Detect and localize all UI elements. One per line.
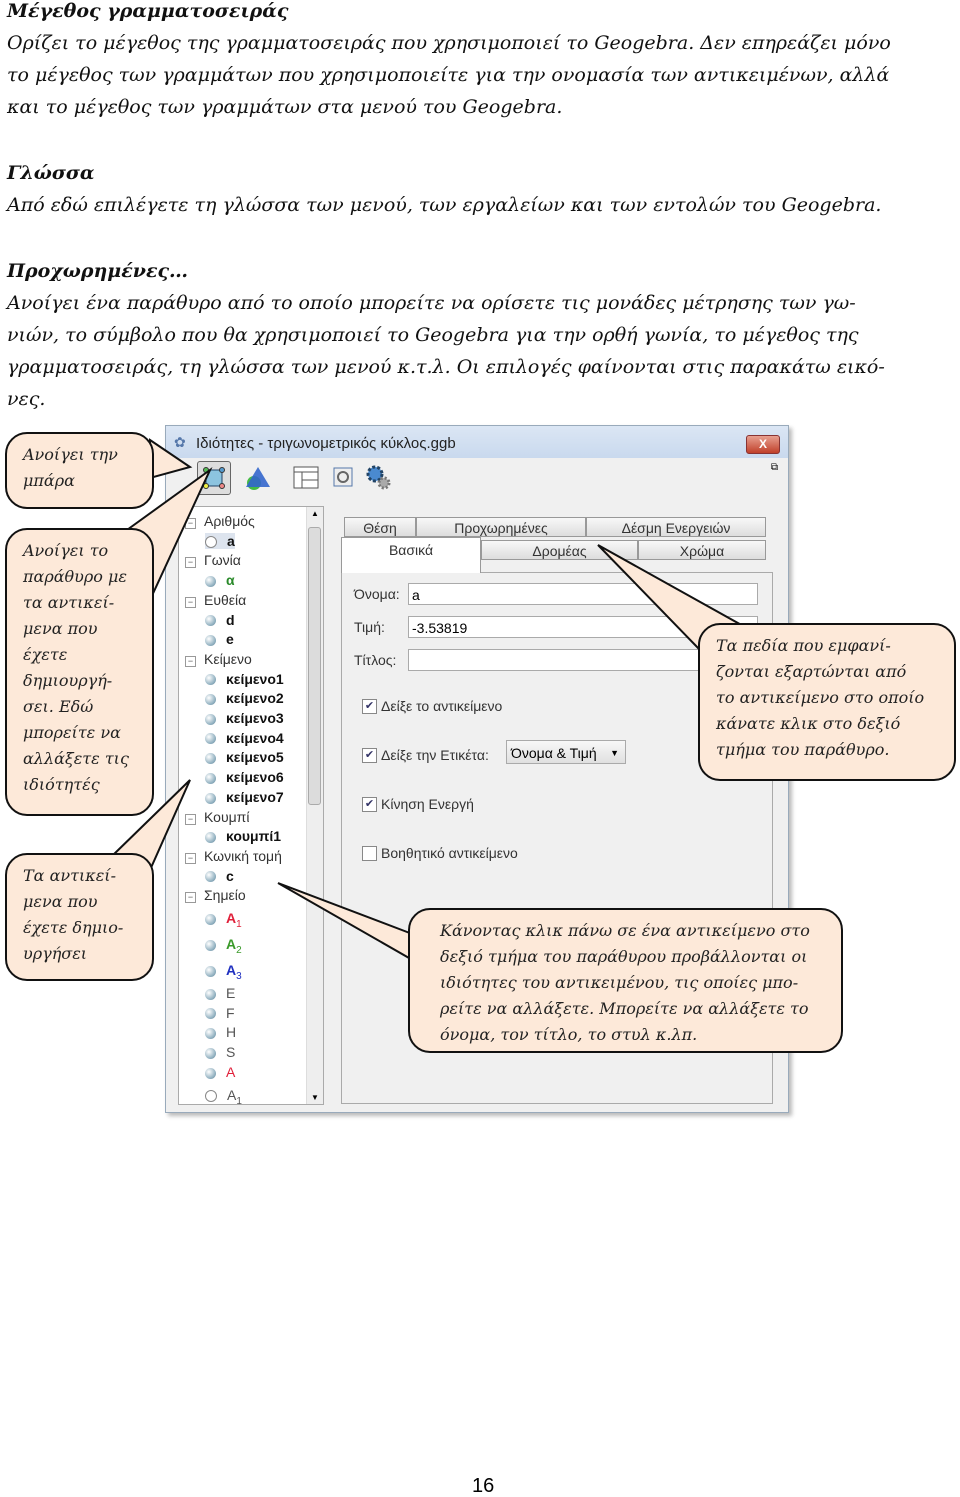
callout-line: το αντικείμενο στο οποίο (716, 688, 925, 707)
document-page: Μέγεθος γραμματοσειράς Ορίζει το μέγεθος… (0, 0, 960, 1497)
callout-line: ρείτε να αλλάξετε. Μπορείτε να αλλάξετε … (440, 999, 809, 1018)
callout-objects: Τα αντικεί-μενα που έχετε δημιο-υργήσει (5, 853, 154, 981)
callout-line: τα αντικεί- (23, 593, 115, 612)
callout-line: όνομα, τον τίτλο, το στυλ κ.λπ. (440, 1025, 698, 1044)
callout-line: ιδιότητές (23, 775, 100, 794)
tab-basic[interactable]: Βασικά (341, 537, 481, 573)
callout-line: έχετε δημιο- (23, 918, 124, 937)
callout-line: μενα που (23, 619, 98, 638)
callout-window: Ανοίγει το παράθυρο με τα αντικεί-μενα που… (5, 528, 154, 816)
callout-line: μπορείτε να (23, 723, 121, 742)
callout-line: παράθυρο με (23, 567, 127, 586)
callout-line: Τα πεδία που εμφανί- (716, 636, 891, 655)
page-number: 16 (472, 1475, 495, 1497)
callout-line: μπάρα (23, 471, 75, 490)
callout-line: ζονται εξαρτώνται από (716, 662, 907, 681)
callout-line: αλλάξετε τις (23, 749, 129, 768)
callout-line: Ανοίγει το (23, 541, 109, 560)
callout-line: Τα αντικεί- (23, 866, 116, 885)
callout-line: σει. Εδώ (23, 697, 94, 716)
callout-line: έχετε (23, 645, 68, 664)
callout-line: υργήσει (23, 944, 88, 963)
callout-line: τμήμα του παράθυρο. (716, 740, 890, 759)
callout-line: μενα που (23, 892, 98, 911)
callout-fields: Τα πεδία που εμφανί-ζονται εξαρτώνται απ… (698, 623, 956, 781)
callout-bar: Ανοίγει την μπάρα (5, 432, 154, 509)
callout-line: ιδιότητες του αντικειμένου, τις οποίες μ… (440, 973, 799, 992)
callout-line: Κάνοντας κλικ πάνω σε ένα αντικείμενο στ… (440, 921, 810, 940)
callout-line: Ανοίγει την (23, 445, 118, 464)
callout-line: δεξιό τμήμα του παράθυρου προβάλλονται ο… (440, 947, 808, 966)
callout-line: κάνατε κλικ στο δεξιό (716, 714, 901, 733)
callout-line: δημιουργή- (23, 671, 113, 690)
callout-pointer-bar (149, 438, 193, 480)
callout-click: Κάνοντας κλικ πάνω σε ένα αντικείμενο στ… (408, 908, 843, 1053)
